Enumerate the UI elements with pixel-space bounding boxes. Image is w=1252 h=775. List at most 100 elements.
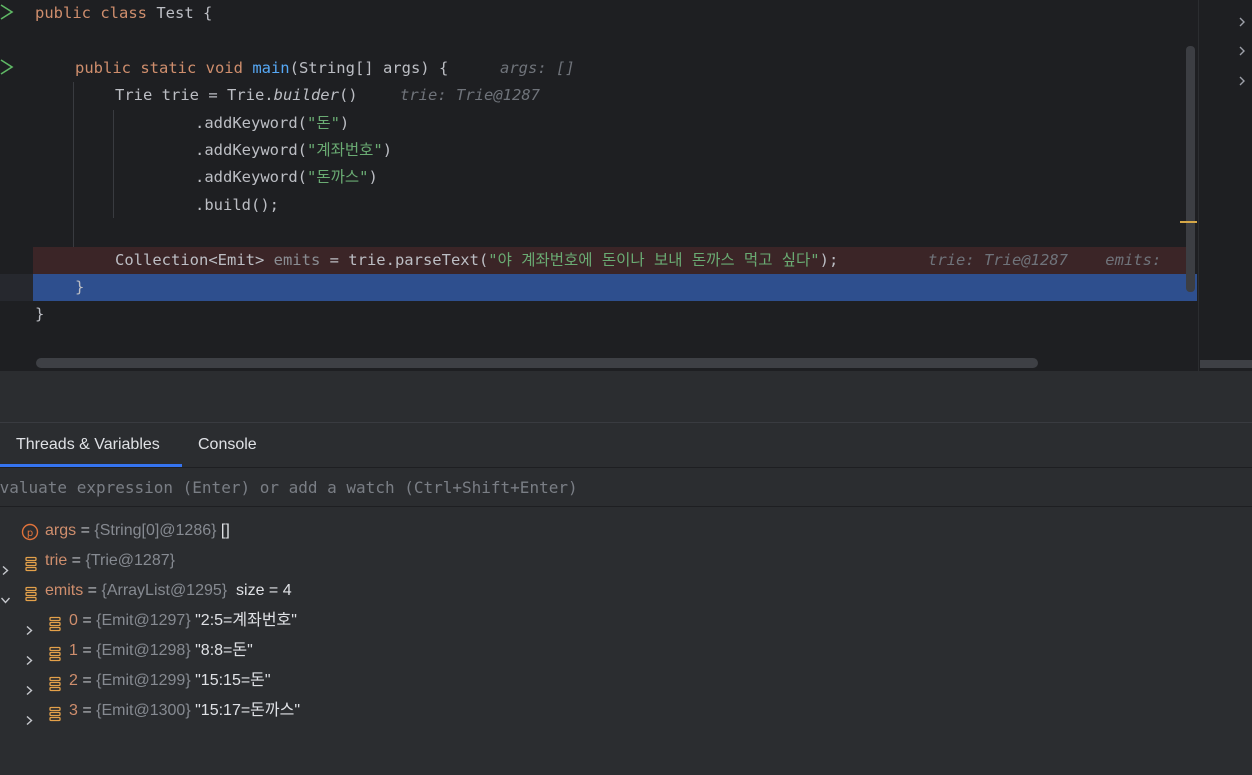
variable-value: "15:15=돈" [190, 672, 271, 689]
variable-name: 1 [69, 642, 78, 659]
code-token: public class [35, 4, 157, 22]
chevron-down-icon[interactable] [0, 586, 11, 604]
chevron-right-icon[interactable] [1237, 76, 1247, 86]
debug-toolbar-area [0, 371, 1252, 423]
variable-text: 3 = {Emit@1300} "15:17=돈까스" [69, 696, 300, 726]
code-line[interactable]: .build(); [0, 192, 1188, 219]
variables-tree: p args = {String[0]@1286} [] trie = {Trie@… [0, 507, 1252, 775]
code-line[interactable]: public class Test { [0, 0, 1188, 27]
equals-sign: = [77, 672, 97, 689]
variable-type: {ArrayList@1295} [101, 582, 228, 599]
variable-row[interactable]: 2 = {Emit@1299} "15:15=돈" [0, 666, 1252, 696]
variable-value: "8:8=돈" [190, 642, 253, 659]
code-token: .addKeyword( [195, 168, 307, 187]
right-side-panel [1198, 0, 1252, 371]
variable-text: 1 = {Emit@1298} "8:8=돈" [69, 636, 253, 666]
editor-horizontal-scrollbar[interactable] [36, 358, 1038, 368]
variable-row[interactable]: 1 = {Emit@1298} "8:8=돈" [0, 636, 1252, 666]
chevron-right-icon[interactable] [1, 556, 10, 576]
inline-debug-value[interactable]: trie: Trie@1287 emits: [928, 247, 1171, 274]
field-icon [47, 613, 63, 632]
code-text: .addKeyword("돈까스") [195, 164, 378, 191]
code-line[interactable]: } [0, 301, 1188, 328]
variable-type: {String[0]@1286} [94, 522, 217, 539]
code-token: "계좌번호" [306, 141, 383, 159]
variable-type: {Emit@1297} [96, 612, 191, 629]
chevron-right-icon[interactable] [25, 676, 34, 696]
code-text: } [75, 274, 84, 301]
variable-text: 2 = {Emit@1299} "15:15=돈" [69, 666, 271, 696]
variable-row[interactable]: 0 = {Emit@1297} "2:5=계좌번호" [0, 606, 1252, 636]
variable-text: 0 = {Emit@1297} "2:5=계좌번호" [69, 606, 297, 636]
code-line[interactable] [0, 219, 1188, 246]
field-icon [23, 583, 39, 602]
editor-vertical-scrollbar[interactable] [1186, 46, 1195, 292]
svg-text:p: p [27, 528, 33, 539]
variable-name: trie [45, 552, 68, 569]
chevron-right-icon[interactable] [25, 616, 34, 636]
code-token: } [35, 305, 45, 324]
code-token: .addKeyword( [195, 141, 307, 159]
variable-row[interactable]: trie = {Trie@1287} [0, 546, 1252, 576]
parameter-icon: p [21, 522, 39, 541]
field-icon [47, 673, 63, 692]
code-line[interactable]: Collection<Emit> emits = trie.parseText(… [33, 246, 1188, 274]
code-token: "야 계좌번호에 돈이나 보내 돈까스 먹고 싶다" [488, 250, 820, 269]
code-line[interactable]: public static void main(String[] args) {… [0, 55, 1188, 82]
chevron-right-icon[interactable] [25, 706, 34, 726]
variable-value: size = 4 [227, 582, 292, 599]
variable-text: trie = {Trie@1287} [45, 546, 175, 576]
code-token: "돈까스" [306, 168, 369, 187]
chevron-right-icon[interactable] [25, 646, 34, 666]
code-token: = trie.parseText( [320, 250, 489, 269]
variable-row[interactable]: p args = {String[0]@1286} [] [0, 516, 1252, 546]
code-line[interactable]: .addKeyword("돈까스") [0, 164, 1188, 191]
variable-type: {Emit@1298} [96, 642, 191, 659]
tab-console[interactable]: Console [182, 423, 273, 467]
code-editor[interactable]: public class Test { public static void ma… [0, 0, 1198, 371]
code-line[interactable]: .addKeyword("돈") [0, 110, 1188, 137]
debug-tabs: Threads & Variables Console [0, 423, 1252, 467]
chevron-right-icon[interactable] [1237, 46, 1247, 56]
variable-text: emits = {ArrayList@1295} size = 4 [45, 576, 292, 606]
caret-line-highlight [0, 274, 33, 301]
inline-debug-value[interactable]: args: [] [500, 55, 575, 82]
code-token: ) [339, 113, 350, 132]
variable-value: "15:17=돈까스" [190, 702, 301, 719]
variable-value: "2:5=계좌번호" [190, 612, 297, 629]
code-token: ); [819, 250, 839, 269]
code-line[interactable] [0, 27, 1188, 54]
variable-row[interactable]: emits = {ArrayList@1295} size = 4 [0, 576, 1252, 606]
variable-type: {Trie@1287} [85, 552, 175, 569]
variable-row[interactable]: 3 = {Emit@1300} "15:17=돈까스" [0, 696, 1252, 726]
code-token: main [252, 58, 290, 77]
field-icon [47, 643, 63, 662]
scrollbar-marker[interactable] [1180, 221, 1197, 223]
variable-name: args [45, 522, 77, 539]
code-text: public static void main(String[] args) { [75, 55, 448, 82]
variable-name: 0 [69, 612, 78, 629]
code-text: Collection<Emit> emits = trie.parseText(… [115, 247, 838, 274]
code-token: builder [273, 86, 339, 105]
code-line[interactable]: } [33, 274, 1197, 301]
code-token: .addKeyword( [195, 113, 307, 132]
evaluate-expression-input[interactable] [0, 468, 1240, 506]
code-token: (String[] args) { [289, 58, 449, 77]
inline-debug-value[interactable]: trie: Trie@1287 [400, 82, 540, 109]
code-text: .addKeyword("돈") [195, 110, 349, 137]
variable-value: [] [216, 522, 230, 539]
code-token: .build(); [195, 195, 279, 214]
field-icon [23, 553, 39, 572]
variable-name: 2 [69, 672, 78, 689]
side-panel-scrollbar[interactable] [1200, 360, 1252, 368]
chevron-right-icon[interactable] [1237, 17, 1247, 27]
code-token: "돈" [306, 113, 340, 132]
tab-threads-variables[interactable]: Threads & Variables [0, 423, 182, 467]
variable-name: 3 [69, 702, 78, 719]
variable-text: args = {String[0]@1286} [] [45, 516, 230, 546]
code-line[interactable]: .addKeyword("계좌번호") [0, 137, 1188, 164]
code-token: public static void [75, 58, 253, 77]
code-text: } [35, 301, 44, 328]
code-token: () [338, 86, 358, 105]
code-line[interactable]: Trie trie = Trie.builder() trie: Trie@128… [0, 82, 1188, 109]
